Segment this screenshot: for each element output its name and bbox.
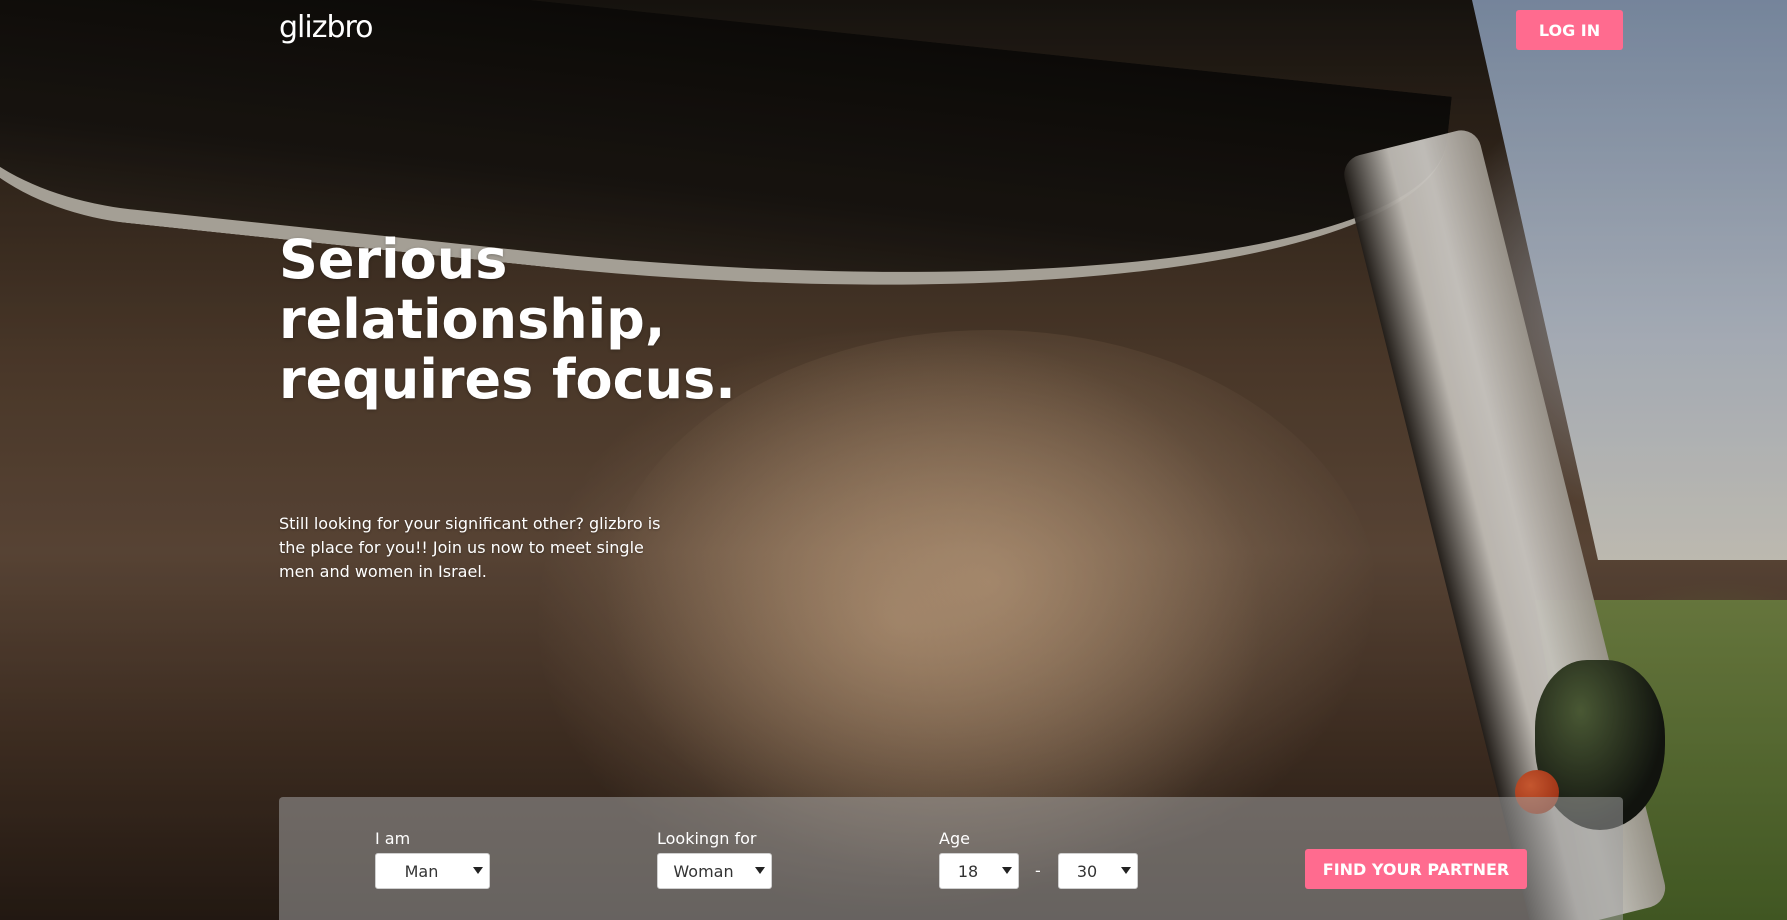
age-max-value: 30 (1076, 862, 1098, 881)
login-button[interactable]: LOG IN (1516, 10, 1623, 50)
hero-overlay (0, 0, 1787, 920)
site-logo[interactable]: glizbro (279, 10, 374, 45)
partner-search-panel: I am Man Lookingn for Woman Age 18 - 30 … (279, 797, 1623, 920)
chevron-down-icon (473, 867, 483, 874)
looking-for-label: Lookingn for (657, 829, 757, 848)
i-am-value: Man (404, 862, 439, 881)
find-partner-button[interactable]: FIND YOUR PARTNER (1305, 849, 1527, 889)
age-label: Age (939, 829, 970, 848)
hero-subtext: Still looking for your significant other… (279, 514, 661, 581)
age-separator: - (1035, 861, 1041, 880)
looking-for-select[interactable]: Woman (657, 853, 772, 889)
chevron-down-icon (755, 867, 765, 874)
landing-page: glizbro LOG IN Serious relationship, req… (0, 0, 1787, 920)
chevron-down-icon (1002, 867, 1012, 874)
looking-for-value: Woman (673, 862, 734, 881)
age-max-select[interactable]: 30 (1058, 853, 1138, 889)
chevron-down-icon (1121, 867, 1131, 874)
i-am-select[interactable]: Man (375, 853, 490, 889)
age-min-select[interactable]: 18 (939, 853, 1019, 889)
age-min-value: 18 (957, 862, 979, 881)
hero-headline: Serious relationship, requires focus. (279, 228, 736, 411)
i-am-label: I am (375, 829, 411, 848)
